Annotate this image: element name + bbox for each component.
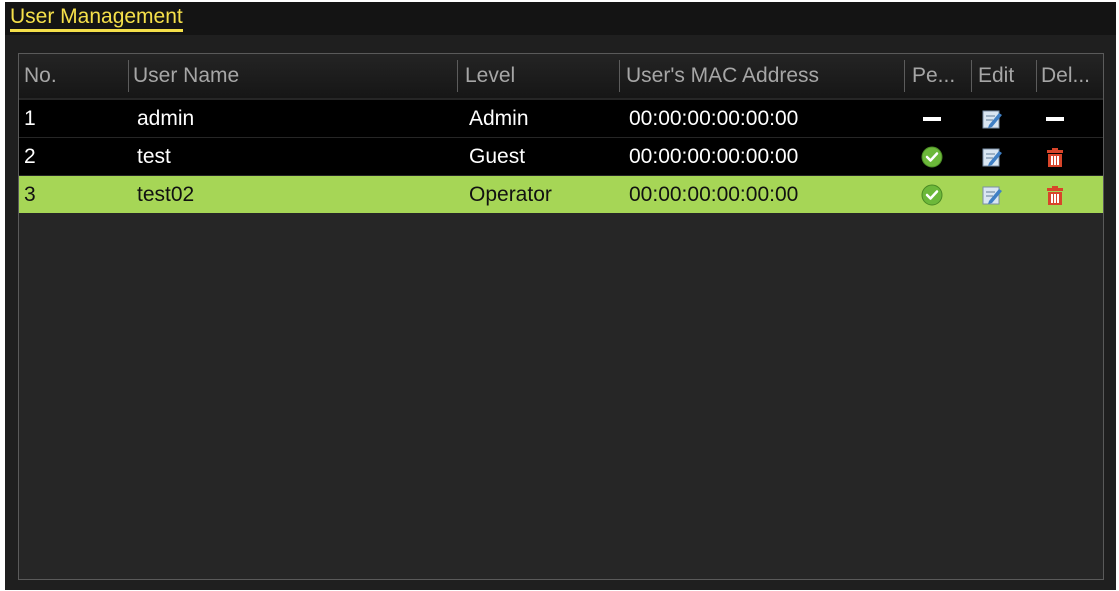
table-row-selected[interactable]: 3 test02 Operator 00:00:00:00:00:00 <box>19 176 1103 213</box>
table-row[interactable]: 2 test Guest 00:00:00:00:00:00 <box>19 138 1103 175</box>
cell-level: Operator <box>469 183 552 206</box>
cell-level: Admin <box>469 107 529 130</box>
column-header-level[interactable]: Level <box>465 54 615 98</box>
table-row[interactable]: 1 admin Admin 00:00:00:00:00:00 <box>19 100 1103 137</box>
cell-no: 2 <box>24 145 36 168</box>
user-management-window: User Management No. User Name Level User… <box>5 2 1116 590</box>
edit-icon[interactable] <box>981 146 1003 168</box>
dash-icon <box>921 108 943 130</box>
column-header-no[interactable]: No. <box>24 54 124 98</box>
trash-icon[interactable] <box>1044 184 1066 206</box>
edit-icon[interactable] <box>981 184 1003 206</box>
cell-user-name: test <box>137 145 171 168</box>
cell-no: 1 <box>24 107 36 130</box>
column-header-delete[interactable]: Del... <box>1041 54 1103 98</box>
edit-icon[interactable] <box>981 108 1003 130</box>
cell-mac-address: 00:00:00:00:00:00 <box>629 107 799 130</box>
window-title: User Management <box>10 6 183 32</box>
column-header-edit[interactable]: Edit <box>978 54 1038 98</box>
dash-icon <box>1044 108 1066 130</box>
cell-user-name: test02 <box>137 183 195 206</box>
cell-mac-address: 00:00:00:00:00:00 <box>629 183 799 206</box>
cell-level: Guest <box>469 145 526 168</box>
column-header-permission[interactable]: Pe... <box>912 54 972 98</box>
check-icon[interactable] <box>921 184 943 206</box>
title-bar: User Management <box>5 2 1116 35</box>
trash-icon[interactable] <box>1044 146 1066 168</box>
user-table: No. User Name Level User's MAC Address P… <box>18 53 1104 580</box>
cell-user-name: admin <box>137 107 195 130</box>
cell-no: 3 <box>24 183 36 206</box>
check-icon[interactable] <box>921 146 943 168</box>
column-header-user-name[interactable]: User Name <box>133 54 453 98</box>
cell-mac-address: 00:00:00:00:00:00 <box>629 145 799 168</box>
table-header: No. User Name Level User's MAC Address P… <box>19 54 1104 98</box>
column-header-mac-address[interactable]: User's MAC Address <box>626 54 906 98</box>
